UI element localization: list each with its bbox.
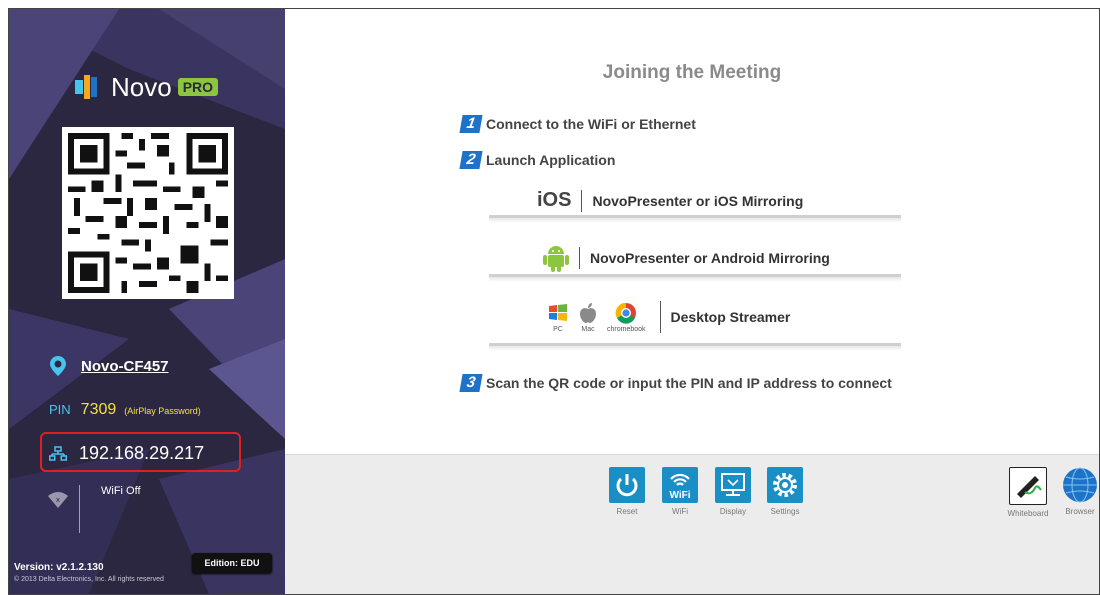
pin-value: 7309 (80, 401, 117, 418)
network-icon (49, 445, 67, 461)
platform-label: PC (553, 325, 563, 333)
edition-badge: Edition: EDU (192, 553, 272, 573)
instructions-panel: Joining the Meeting 1 Connect to the WiF… (285, 9, 1099, 454)
browser-button[interactable]: Browser (1057, 467, 1099, 516)
windows-icon (549, 303, 567, 321)
network-name: Novo-CF457 (81, 357, 169, 375)
qr-code (62, 127, 234, 299)
svg-text:WiFi: WiFi (669, 490, 690, 501)
wifi-icon: WiFi (662, 467, 698, 503)
step-text: Launch Application (486, 152, 616, 168)
step-number: 1 (459, 115, 483, 133)
step-1: 1 Connect to the WiFi or Ethernet (459, 115, 696, 133)
brand-badge: PRO (177, 78, 219, 96)
whiteboard-icon (1009, 467, 1047, 505)
ip-address: 192.168.29.217 (79, 443, 205, 463)
pin-label: PIN (49, 402, 71, 417)
step-3: 3 Scan the QR code or input the PIN and … (459, 374, 892, 392)
toolbar-label: Display (719, 507, 747, 516)
ios-shelf (489, 215, 901, 223)
pin-row: PIN 7309 (AirPlay Password) (49, 401, 201, 419)
wifi-off-icon: x (48, 492, 68, 508)
power-icon (609, 467, 645, 503)
android-shelf (489, 274, 901, 282)
chrome-icon (615, 302, 637, 324)
settings-button[interactable]: Settings (762, 467, 808, 516)
desktop-shelf (489, 343, 901, 351)
toolbar-label: Reset (616, 507, 638, 516)
novo-logo-icon (75, 75, 97, 99)
platform-label: chromebook (607, 325, 646, 333)
bottom-toolbar: Reset WiFi WiFi Display Settings Whitebo… (285, 454, 1099, 594)
novo-home-screen: Novo PRO Novo-CF457 PIN 7309 (AirPlay Pa… (8, 8, 1100, 595)
novo-logo: Novo PRO (73, 67, 219, 107)
version-text: Version: v2.1.2.130 (14, 562, 104, 573)
pc-platform: PC (547, 302, 569, 333)
page-title: Joining the Meeting (602, 62, 782, 83)
step-text: Scan the QR code or input the PIN and IP… (486, 375, 892, 391)
android-app-row: NovoPresenter or Android Mirroring (543, 243, 830, 273)
desktop-apps: Desktop Streamer (670, 309, 791, 325)
ip-row: 192.168.29.217 (49, 443, 204, 464)
row-divider (579, 247, 580, 269)
wifi-button[interactable]: WiFi WiFi (657, 467, 703, 516)
mac-platform: Mac (577, 302, 599, 333)
display-button[interactable]: Display (710, 467, 756, 516)
svg-text:x: x (56, 496, 60, 504)
desktop-app-row: PC Mac chromebook Desktop Streamer (547, 301, 790, 333)
android-apps: NovoPresenter or Android Mirroring (590, 250, 830, 266)
step-number: 3 (459, 374, 483, 392)
step-2: 2 Launch Application (459, 151, 616, 169)
reset-button[interactable]: Reset (604, 467, 650, 516)
copyright-text: © 2013 Delta Electronics, Inc. All right… (14, 576, 164, 583)
ios-label: iOS (537, 189, 572, 211)
android-icon (543, 246, 569, 272)
step-number: 2 (459, 151, 483, 169)
wifi-status-text: WiFi Off (101, 485, 141, 497)
toolbar-label: Browser (1065, 507, 1095, 516)
network-name-row: Novo-CF457 (49, 355, 169, 377)
row-divider (659, 301, 661, 333)
ios-apps: NovoPresenter or iOS Mirroring (592, 192, 804, 209)
chromebook-platform: chromebook (607, 302, 646, 333)
whiteboard-button[interactable]: Whiteboard (1005, 467, 1051, 518)
globe-icon (1062, 467, 1098, 503)
row-divider (581, 189, 583, 212)
pin-note: (AirPlay Password) (124, 406, 201, 416)
apple-icon (580, 302, 596, 323)
wifi-divider (79, 485, 80, 533)
brand-name: Novo (111, 71, 172, 102)
info-sidebar: Novo PRO Novo-CF457 PIN 7309 (AirPlay Pa… (9, 9, 285, 594)
gear-icon (767, 467, 803, 503)
platform-label: Mac (581, 325, 595, 333)
location-pin-icon (50, 356, 66, 376)
display-icon (715, 467, 751, 503)
ios-app-row: iOS NovoPresenter or iOS Mirroring (537, 189, 803, 212)
toolbar-label: WiFi (672, 507, 688, 516)
toolbar-label: Whiteboard (1007, 509, 1049, 518)
step-text: Connect to the WiFi or Ethernet (486, 116, 696, 132)
toolbar-label: Settings (770, 507, 800, 516)
